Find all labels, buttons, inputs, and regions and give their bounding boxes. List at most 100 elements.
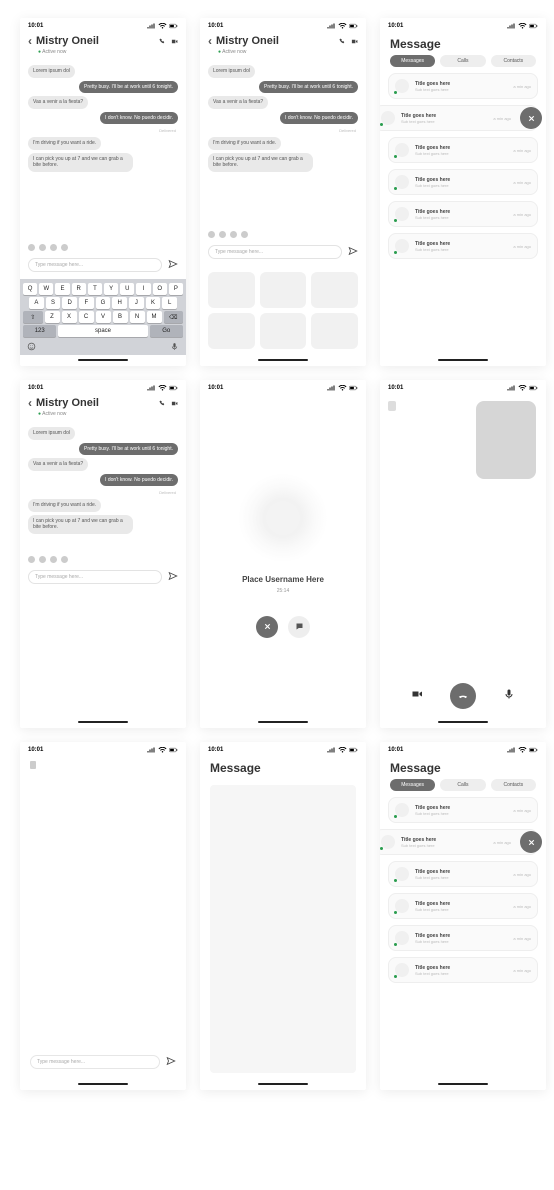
- send-button[interactable]: [168, 568, 178, 586]
- tool-icon[interactable]: [28, 244, 35, 251]
- key[interactable]: R: [72, 283, 86, 295]
- key[interactable]: H: [112, 297, 127, 309]
- key[interactable]: X: [62, 311, 77, 323]
- attach-option[interactable]: [260, 272, 307, 308]
- space-key[interactable]: space: [58, 325, 147, 337]
- key[interactable]: S: [46, 297, 61, 309]
- key[interactable]: F: [79, 297, 94, 309]
- emoji-icon[interactable]: [27, 342, 36, 351]
- call-icon[interactable]: [159, 38, 166, 45]
- delete-button[interactable]: [520, 107, 542, 129]
- tab-calls[interactable]: Calls: [440, 55, 485, 67]
- message-in: I can pick you up at 7 and we can grab a…: [28, 153, 133, 172]
- key[interactable]: G: [96, 297, 111, 309]
- mic-icon[interactable]: [170, 342, 179, 351]
- call-icon[interactable]: [339, 38, 346, 45]
- tool-icon[interactable]: [241, 231, 248, 238]
- list-item[interactable]: Title goes hereSub text goes herea min a…: [388, 233, 538, 259]
- key[interactable]: I: [136, 283, 150, 295]
- tool-icon[interactable]: [50, 244, 57, 251]
- camera-toggle[interactable]: [411, 687, 423, 705]
- video-icon[interactable]: [171, 400, 178, 407]
- video-pip[interactable]: [476, 401, 536, 479]
- send-button[interactable]: [348, 243, 358, 261]
- call-icon[interactable]: [159, 400, 166, 407]
- chat-body: Lorem ipsum dol Pretty busy. I'll be at …: [20, 59, 186, 242]
- list-item[interactable]: Title goes hereSub text goes herea min a…: [388, 73, 538, 99]
- key[interactable]: J: [129, 297, 144, 309]
- tool-icon[interactable]: [219, 231, 226, 238]
- key[interactable]: V: [96, 311, 111, 323]
- back-button[interactable]: ‹: [28, 34, 32, 48]
- attach-option[interactable]: [208, 272, 255, 308]
- tool-icon[interactable]: [39, 556, 46, 563]
- message-input[interactable]: Type message here...: [208, 245, 342, 259]
- attach-option[interactable]: [311, 272, 358, 308]
- delete-key[interactable]: ⌫: [164, 311, 184, 323]
- key[interactable]: Y: [104, 283, 118, 295]
- end-call-button[interactable]: [256, 616, 278, 638]
- key[interactable]: D: [62, 297, 77, 309]
- tab-messages[interactable]: Messages: [390, 55, 435, 67]
- tab-messages[interactable]: Messages: [390, 779, 435, 791]
- send-button[interactable]: [166, 1053, 176, 1071]
- shift-key[interactable]: ⇧: [23, 311, 43, 323]
- key[interactable]: Q: [23, 283, 37, 295]
- tool-icon[interactable]: [50, 556, 57, 563]
- key[interactable]: P: [169, 283, 183, 295]
- delete-button[interactable]: [520, 831, 542, 853]
- list-item[interactable]: Title goes hereSub text goes herea min a…: [380, 105, 538, 131]
- tool-icon[interactable]: [208, 231, 215, 238]
- home-indicator: [258, 721, 308, 723]
- attach-option[interactable]: [260, 313, 307, 349]
- tool-icon[interactable]: [39, 244, 46, 251]
- list-item[interactable]: Title goes hereSub text goes herea min a…: [388, 925, 538, 951]
- key[interactable]: K: [146, 297, 161, 309]
- list-item[interactable]: Title goes hereSub text goes herea min a…: [388, 957, 538, 983]
- list-item[interactable]: Title goes hereSub text goes herea min a…: [388, 137, 538, 163]
- key-123[interactable]: 123: [23, 325, 56, 337]
- key[interactable]: M: [147, 311, 162, 323]
- list-item[interactable]: Title goes hereSub text goes herea min a…: [388, 861, 538, 887]
- key[interactable]: O: [153, 283, 167, 295]
- tool-icon[interactable]: [28, 556, 35, 563]
- message-input[interactable]: Type message here...: [28, 570, 162, 584]
- tab-calls[interactable]: Calls: [440, 779, 485, 791]
- key[interactable]: T: [88, 283, 102, 295]
- avatar: [395, 239, 409, 253]
- key[interactable]: A: [29, 297, 44, 309]
- attach-option[interactable]: [311, 313, 358, 349]
- tool-icon[interactable]: [230, 231, 237, 238]
- key[interactable]: W: [39, 283, 53, 295]
- message-input[interactable]: Type message here...: [30, 1055, 160, 1069]
- key[interactable]: C: [79, 311, 94, 323]
- video-icon[interactable]: [171, 38, 178, 45]
- attach-option[interactable]: [208, 313, 255, 349]
- tool-icon[interactable]: [61, 556, 68, 563]
- tab-contacts[interactable]: Contacts: [491, 55, 536, 67]
- chat-header: ‹ Mistry Oneil: [20, 31, 186, 49]
- end-call-button[interactable]: [450, 683, 476, 709]
- tab-contacts[interactable]: Contacts: [491, 779, 536, 791]
- back-button[interactable]: ‹: [208, 34, 212, 48]
- key[interactable]: U: [120, 283, 134, 295]
- list-item[interactable]: Title goes hereSub text goes herea min a…: [388, 201, 538, 227]
- attachment-grid: [200, 266, 366, 355]
- list-item[interactable]: Title goes hereSub text goes herea min a…: [388, 893, 538, 919]
- key[interactable]: N: [130, 311, 145, 323]
- key[interactable]: E: [55, 283, 69, 295]
- message-input[interactable]: Type message here...: [28, 258, 162, 272]
- list-item[interactable]: Title goes hereSub text goes herea min a…: [380, 829, 538, 855]
- key[interactable]: Z: [45, 311, 60, 323]
- mic-toggle[interactable]: [503, 687, 515, 705]
- video-icon[interactable]: [351, 38, 358, 45]
- back-button[interactable]: ‹: [28, 396, 32, 410]
- message-button[interactable]: [288, 616, 310, 638]
- list-item[interactable]: Title goes hereSub text goes herea min a…: [388, 169, 538, 195]
- go-key[interactable]: Go: [150, 325, 183, 337]
- key[interactable]: B: [113, 311, 128, 323]
- list-item[interactable]: Title goes hereSub text goes herea min a…: [388, 797, 538, 823]
- tool-icon[interactable]: [61, 244, 68, 251]
- send-button[interactable]: [168, 256, 178, 274]
- key[interactable]: L: [162, 297, 177, 309]
